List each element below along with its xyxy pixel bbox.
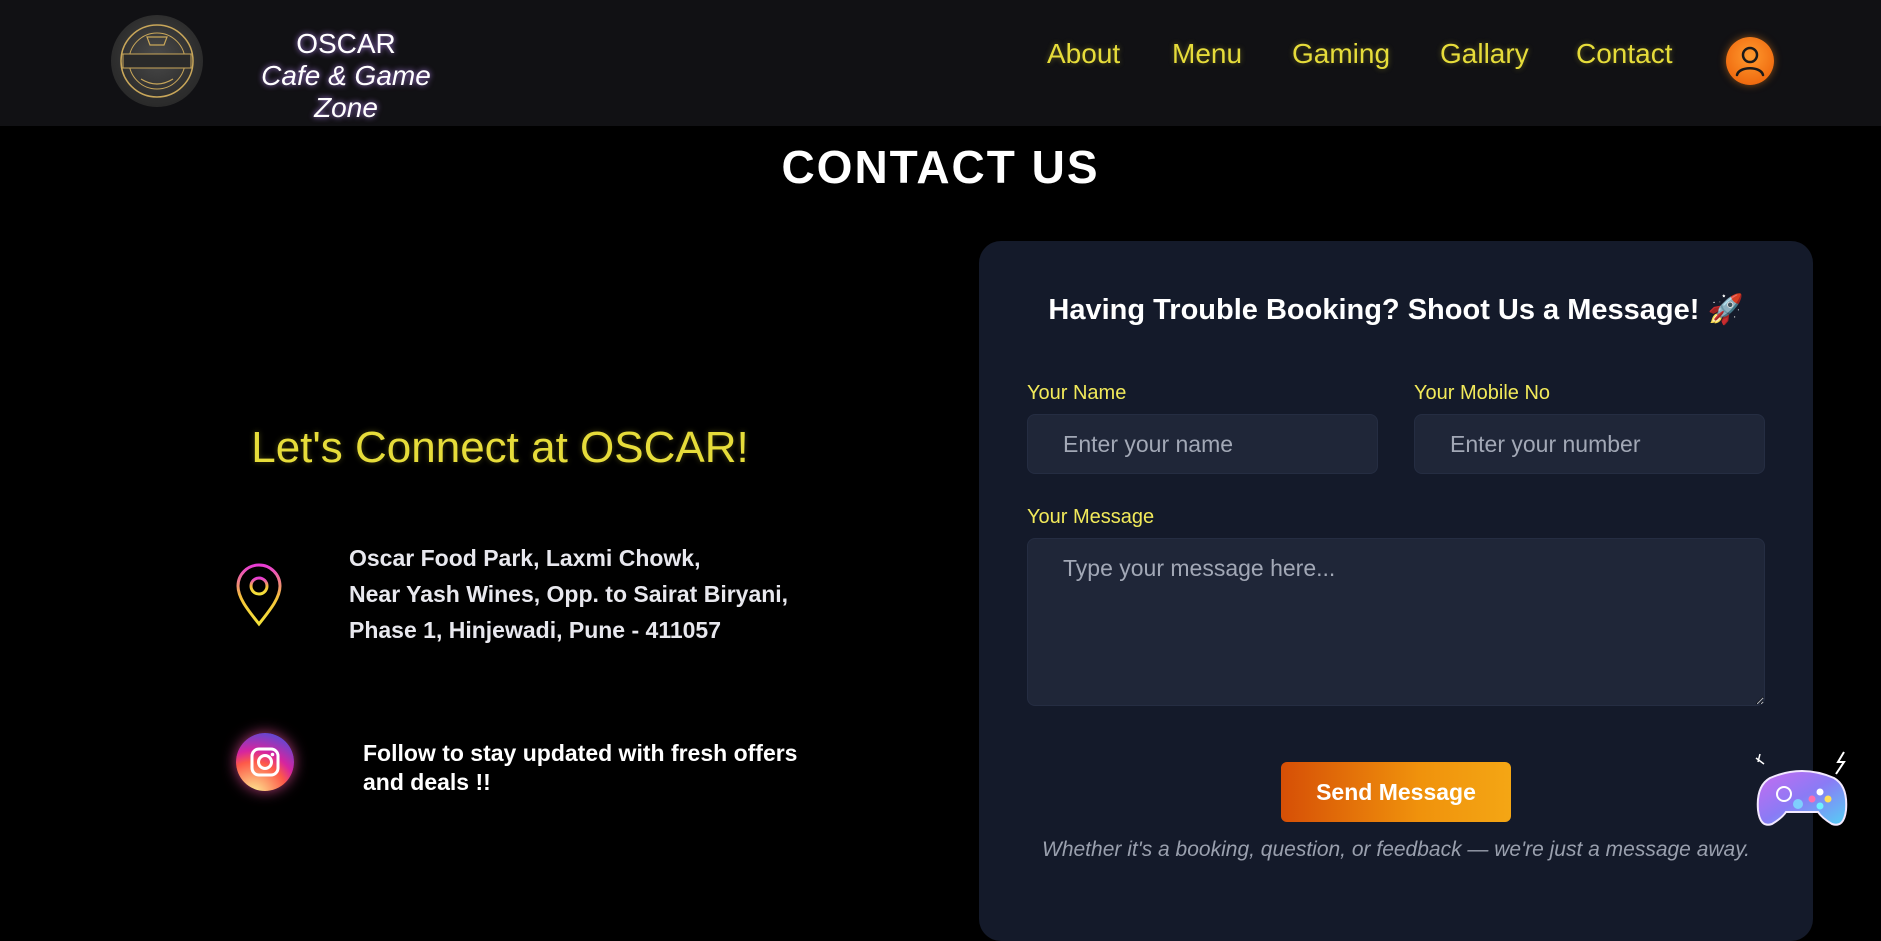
page-title: CONTACT US (781, 141, 1100, 193)
send-message-button[interactable]: Send Message (1281, 762, 1511, 822)
address-line: Near Yash Wines, Opp. to Sairat Biryani, (349, 581, 789, 607)
user-icon[interactable] (1726, 37, 1774, 85)
nav-link-menu[interactable]: Menu (1172, 38, 1242, 70)
nav-link-gaming[interactable]: Gaming (1292, 38, 1390, 70)
mobile-input[interactable] (1414, 414, 1765, 474)
nav-link-about[interactable]: About (1047, 38, 1120, 70)
nav-link-contact[interactable]: Contact (1576, 38, 1673, 70)
follow-text: Follow to stay updated with fresh offers… (363, 740, 798, 795)
message-label: Your Message (1027, 506, 1155, 528)
form-title: Having Trouble Booking? Shoot Us a Messa… (1048, 294, 1744, 326)
mobile-label: Your Mobile No (1414, 382, 1551, 404)
instagram-icon[interactable] (236, 733, 294, 791)
address-line: Phase 1, Hinjewadi, Pune - 411057 (349, 617, 722, 643)
game-controller-icon[interactable] (1748, 742, 1856, 847)
message-textarea[interactable] (1027, 538, 1765, 706)
contact-form-card: Having Trouble Booking? Shoot Us a Messa… (979, 241, 1813, 941)
address-text: Oscar Food Park, Laxmi Chowk, Near Yash … (349, 540, 788, 648)
nav-links: About Menu Gaming Gallary Contact (0, 38, 1881, 78)
form-note: Whether it's a booking, question, or fee… (1042, 838, 1750, 861)
nav-link-gallary[interactable]: Gallary (1440, 38, 1529, 70)
location-pin-icon (228, 560, 290, 635)
connect-heading: Let's Connect at OSCAR! (251, 423, 749, 472)
top-navbar: OSCAR Cafe & Game Zone About Menu Gaming… (0, 0, 1881, 126)
address-line: Oscar Food Park, Laxmi Chowk, (349, 545, 701, 571)
name-label: Your Name (1027, 382, 1127, 404)
name-input[interactable] (1027, 414, 1378, 474)
